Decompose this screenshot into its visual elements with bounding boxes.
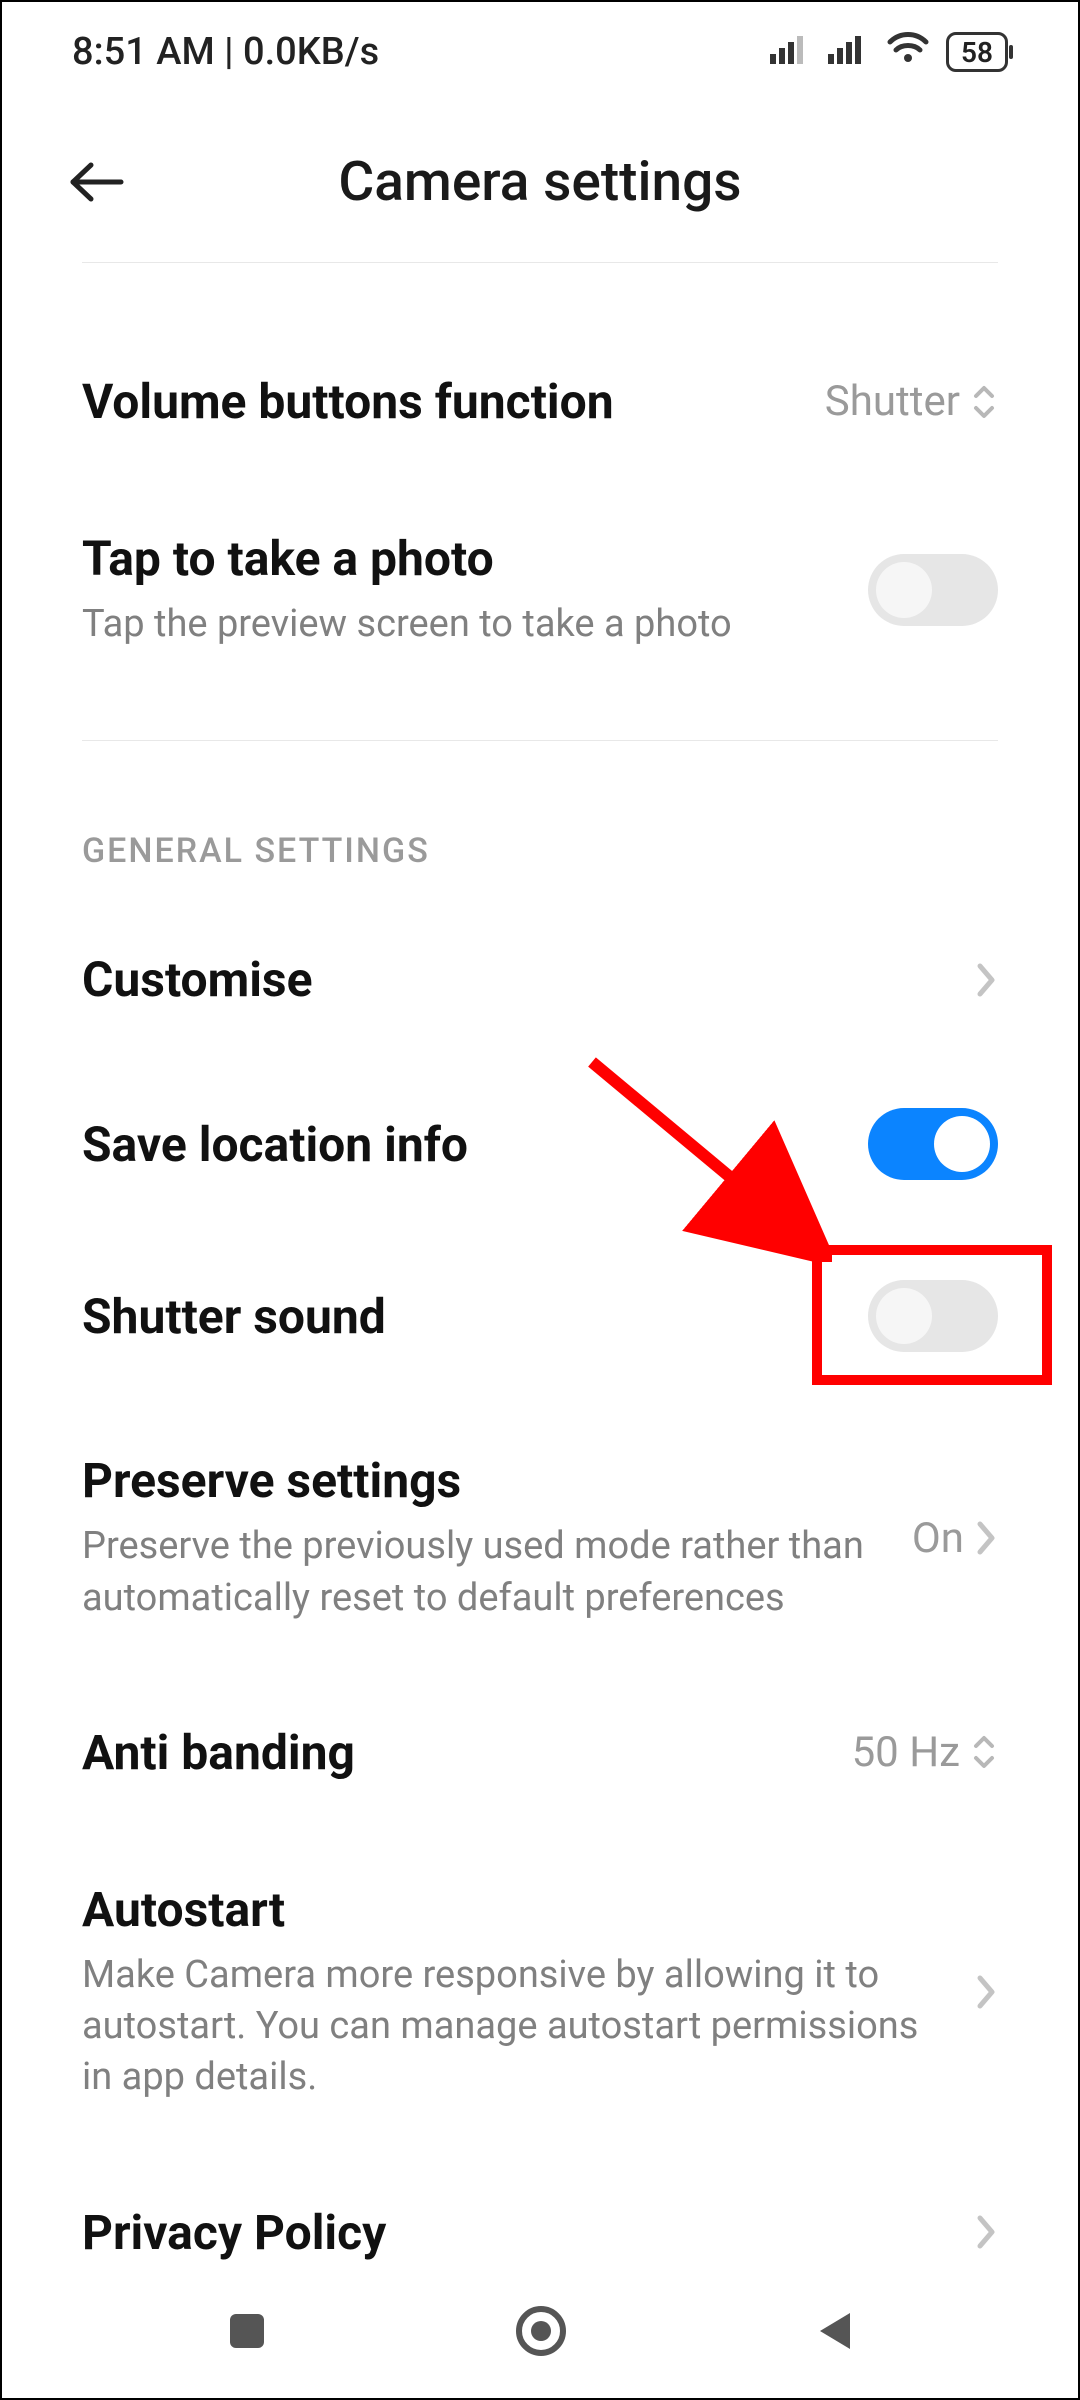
row-subtitle: Make Camera more responsive by allowing … [82,1950,950,2104]
row-value: On [912,1514,998,1563]
chevron-right-icon [974,960,998,1000]
system-nav-bar [2,2268,1078,2398]
circle-icon [513,2303,569,2359]
row-preserve-settings[interactable]: Preserve settings Preserve the previousl… [82,1402,998,1674]
row-title: Customise [82,951,950,1008]
shutter-sound-toggle[interactable] [868,1280,998,1352]
toggle-knob [934,1116,990,1172]
updown-icon [970,1732,998,1772]
signal-icon-1 [770,30,812,74]
save-location-toggle[interactable] [868,1108,998,1180]
row-title: Shutter sound [82,1288,844,1345]
toggle-knob [876,562,932,618]
nav-home[interactable] [513,2303,569,2363]
row-value: 50 Hz [852,1728,998,1777]
status-left: 8:51 AM | 0.0KB/s [72,30,379,74]
page-title: Camera settings [338,150,741,214]
signal-icon-2 [828,30,870,74]
wifi-icon [886,30,930,74]
row-value: Shutter [825,377,998,426]
chevron-right-icon [974,2212,998,2252]
toggle-knob [876,1288,932,1344]
row-autostart[interactable]: Autostart Make Camera more responsive by… [82,1831,998,2154]
row-title: Autostart [82,1881,950,1938]
status-bar: 8:51 AM | 0.0KB/s 58 [2,2,1078,102]
row-title: Anti banding [82,1724,828,1781]
row-tap-to-photo[interactable]: Tap to take a photo Tap the preview scre… [82,480,998,700]
battery-icon: 58 [946,32,1008,72]
row-subtitle: Preserve the previously used mode rather… [82,1521,888,1624]
section-general: GENERAL SETTINGS [82,741,998,901]
row-title: Tap to take a photo [82,530,844,587]
row-customise[interactable]: Customise [82,901,998,1058]
square-icon [224,2308,270,2354]
nav-back[interactable] [812,2307,856,2359]
battery-level: 58 [961,36,993,69]
row-save-location[interactable]: Save location info [82,1058,998,1230]
tap-to-photo-toggle[interactable] [868,554,998,626]
row-title: Save location info [82,1116,844,1173]
back-button[interactable] [62,147,132,217]
chevron-right-icon [974,1972,998,2012]
row-shutter-sound[interactable]: Shutter sound [82,1230,998,1402]
status-time: 8:51 AM [72,30,215,74]
chevron-right-icon [974,1518,998,1558]
row-anti-banding[interactable]: Anti banding 50 Hz [82,1674,998,1831]
status-speed: 0.0KB/s [243,30,379,74]
page-header: Camera settings [2,102,1078,262]
row-title: Privacy Policy [82,2204,950,2261]
row-volume-buttons[interactable]: Volume buttons function Shutter [82,323,998,480]
updown-icon [970,382,998,422]
nav-recents[interactable] [224,2308,270,2358]
settings-list: Volume buttons function Shutter Tap to t… [2,263,1078,2311]
arrow-left-icon [67,161,127,203]
row-title: Volume buttons function [82,373,801,430]
row-subtitle: Tap the preview screen to take a photo [82,599,844,650]
row-title: Preserve settings [82,1452,888,1509]
triangle-left-icon [812,2307,856,2355]
status-right: 58 [770,30,1008,74]
